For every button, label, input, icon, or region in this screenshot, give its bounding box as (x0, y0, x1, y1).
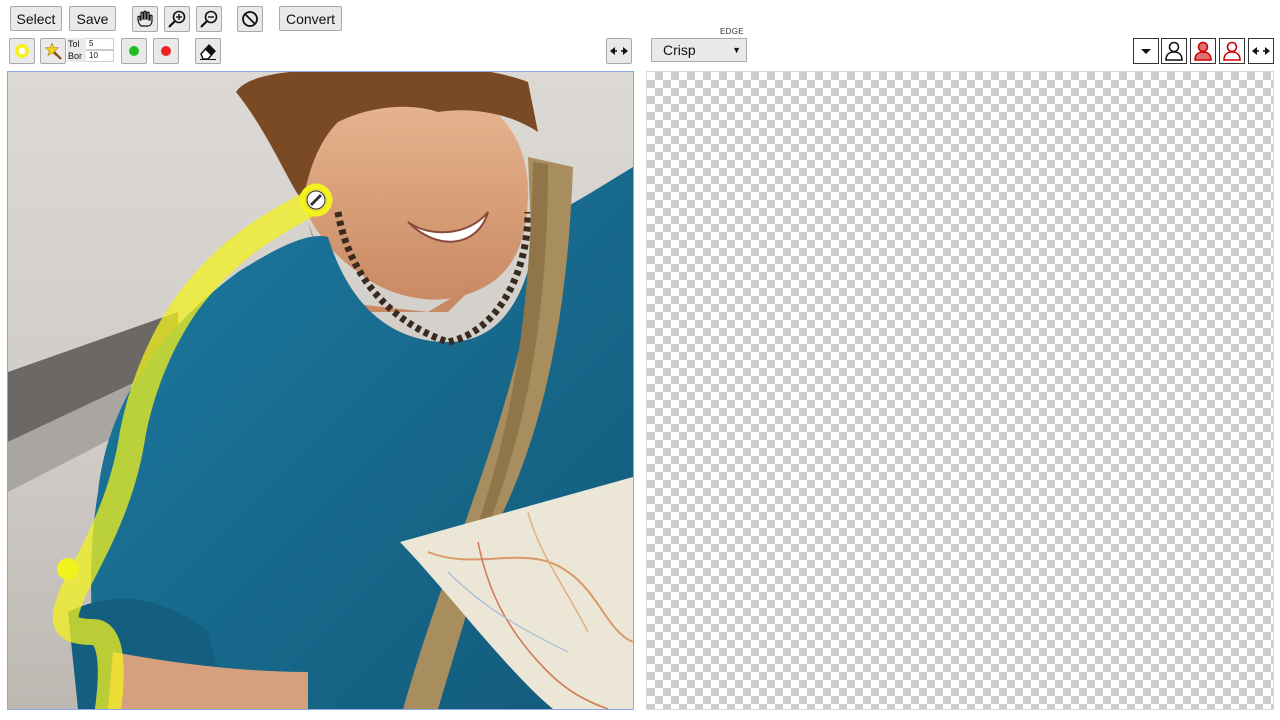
save-button[interactable]: Save (69, 6, 116, 31)
person-filled-red-icon (1194, 41, 1212, 61)
person-outline-icon (1165, 41, 1183, 61)
person-outline-button[interactable] (1161, 38, 1187, 64)
magic-wand-icon (44, 42, 62, 60)
highlighter-button[interactable] (9, 38, 35, 64)
chevron-down-icon: ▼ (732, 45, 741, 55)
green-dot-icon (129, 46, 139, 56)
brush-dot (57, 558, 79, 580)
zoom-in-button[interactable] (164, 6, 190, 32)
zoom-out-button[interactable] (196, 6, 222, 32)
remove-brush-button[interactable] (153, 38, 179, 64)
zoom-in-icon (168, 10, 186, 28)
bor-label: Bor (67, 50, 86, 62)
bor-input[interactable]: 10 (86, 50, 114, 62)
zoom-out-icon (200, 10, 218, 28)
cancel-icon (242, 11, 258, 27)
hand-icon (137, 10, 153, 27)
highlighter-icon (15, 44, 29, 58)
swap-right-button[interactable] (1248, 38, 1274, 64)
edge-select-value: Crisp (663, 42, 696, 58)
output-preview-canvas (646, 71, 1274, 710)
source-image-canvas[interactable] (7, 71, 634, 710)
eraser-icon (200, 43, 216, 60)
tolerance-border-inputs: Tol 5 Bor 10 (67, 38, 114, 64)
dropdown-button[interactable] (1133, 38, 1159, 64)
person-filled-red-button[interactable] (1190, 38, 1216, 64)
person-outline-red-button[interactable] (1219, 38, 1245, 64)
person-outline-red-icon (1223, 41, 1241, 61)
red-dot-icon (161, 46, 171, 56)
convert-button[interactable]: Convert (279, 6, 342, 31)
tol-input[interactable]: 5 (86, 38, 114, 50)
swap-arrows-icon (610, 47, 628, 55)
source-photo (8, 72, 633, 709)
edge-label: EDGE (720, 27, 744, 36)
pan-button[interactable] (132, 6, 158, 32)
swap-left-button[interactable] (606, 38, 632, 64)
swap-arrows-icon (1252, 47, 1270, 55)
cancel-button[interactable] (237, 6, 263, 32)
tol-label: Tol (67, 38, 86, 50)
edge-select[interactable]: Crisp ▼ (651, 38, 747, 62)
caret-down-icon (1141, 49, 1151, 54)
eraser-button[interactable] (195, 38, 221, 64)
select-button[interactable]: Select (10, 6, 62, 31)
magic-wand-button[interactable] (40, 38, 66, 64)
keep-brush-button[interactable] (121, 38, 147, 64)
